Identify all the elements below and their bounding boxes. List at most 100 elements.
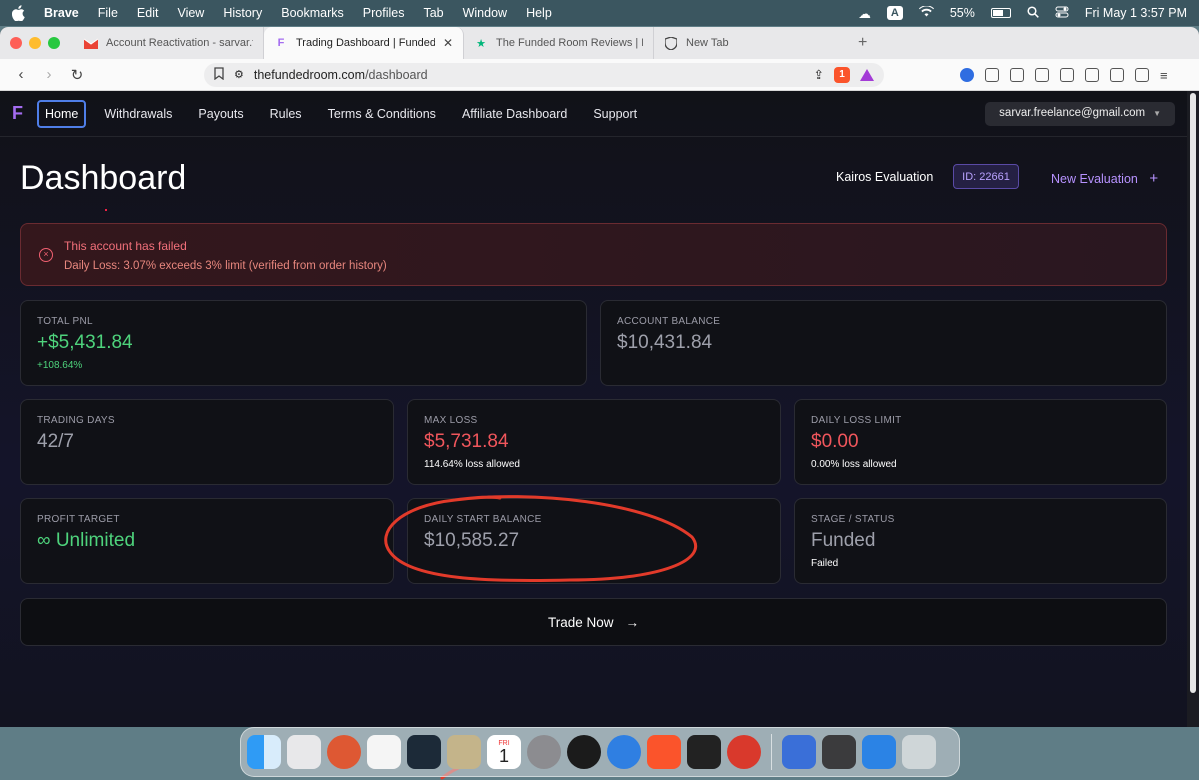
extension-icon[interactable] [1035,67,1049,82]
apple-menu-icon[interactable] [11,5,26,22]
brave-shields-icon[interactable]: 1 [834,66,850,83]
scrollbar-thumb[interactable] [1190,93,1196,693]
new-evaluation-label: New Evaluation [1051,172,1138,186]
card-value: 42/7 [37,431,74,452]
extension-icon[interactable] [985,67,999,82]
bookmark-icon[interactable] [214,66,224,83]
battery-icon[interactable] [990,8,1011,18]
card-label: PROFIT TARGET [37,514,120,525]
page-scrollbar[interactable] [1187,91,1199,727]
calendar-icon[interactable]: FRI 1 [487,735,521,769]
nav-support[interactable]: Support [593,107,637,121]
close-window-button[interactable] [10,37,22,49]
menu-tab[interactable]: Tab [423,6,443,20]
app-icon[interactable] [782,735,816,769]
alert-message: Daily Loss: 3.07% exceeds 3% limit (veri… [64,260,387,272]
menu-profiles[interactable]: Profiles [363,6,405,20]
quicktime-icon[interactable] [862,735,896,769]
site-navigation: F Home Withdrawals Payouts Rules Terms &… [0,91,1187,137]
menubar-app-name[interactable]: Brave [44,6,79,20]
reload-icon[interactable]: ↻ [66,66,88,84]
trade-now-button[interactable]: Trade Now → [20,598,1167,646]
url-domain: thefundedroom.com [253,67,366,82]
app-icon[interactable] [447,735,481,769]
stray-dot [105,209,107,211]
nav-payouts[interactable]: Payouts [198,107,243,121]
terminal-icon[interactable] [687,735,721,769]
nav-rules[interactable]: Rules [270,107,302,121]
card-label: DAILY LOSS LIMIT [811,415,902,426]
brave-rewards-icon[interactable] [860,68,874,81]
system-settings-icon[interactable] [527,735,561,769]
address-toolbar: ‹ › ↻ ⚙ thefundedroom.com/dashboard ⇪ 1 … [0,59,1199,91]
wifi-icon[interactable] [918,5,934,20]
brave-browser-icon[interactable] [647,735,681,769]
share-icon[interactable]: ⇪ [814,67,824,82]
total-pnl-card: TOTAL PNL +$5,431.84 +108.64% [20,300,587,386]
nav-withdrawals[interactable]: Withdrawals [104,107,172,121]
nav-affiliate-dashboard[interactable]: Affiliate Dashboard [462,107,567,121]
card-label: TRADING DAYS [37,415,115,426]
menubar-status-area: ☁ A 55% Fri May 1 3:57 PM [858,5,1187,21]
forward-icon[interactable]: › [38,66,60,83]
back-icon[interactable]: ‹ [10,66,32,83]
nav-terms[interactable]: Terms & Conditions [328,107,436,121]
control-center-icon[interactable] [1055,6,1069,21]
url-bar[interactable]: ⚙ thefundedroom.com/dashboard ⇪ 1 [204,62,884,87]
launchpad-icon[interactable] [287,735,321,769]
user-menu-button[interactable]: sarvar.freelance@gmail.com ▼ [985,101,1175,126]
menu-file[interactable]: File [98,6,118,20]
skype-icon[interactable] [607,735,641,769]
trash-icon[interactable] [902,735,936,769]
extensions-puzzle-icon[interactable] [1010,67,1024,82]
nav-home[interactable]: Home [37,99,87,128]
menu-history[interactable]: History [223,6,262,20]
reminders-icon[interactable] [367,735,401,769]
menubar-clock[interactable]: Fri May 1 3:57 PM [1085,6,1187,20]
zoom-window-button[interactable] [48,37,60,49]
minimize-window-button[interactable] [29,37,41,49]
url-path: /dashboard [365,67,428,82]
menu-bookmarks[interactable]: Bookmarks [281,6,344,20]
spotlight-search-icon[interactable] [1027,5,1039,21]
evaluation-name: Kairos Evaluation [836,170,934,184]
duckduckgo-icon[interactable] [327,735,361,769]
new-tab-button[interactable]: + [858,34,867,52]
sidebar-toggle-icon[interactable] [1060,67,1074,82]
chevron-down-icon: ▼ [1153,108,1161,118]
card-sub: Failed [811,558,839,569]
vpn-shield-icon[interactable] [1135,67,1149,82]
app-icon[interactable] [727,735,761,769]
onedrive-icon[interactable] [567,735,601,769]
site-settings-icon[interactable]: ⚙ [234,68,244,81]
wallet-icon[interactable] [1085,67,1099,82]
leo-ai-icon[interactable] [1110,67,1124,82]
menu-help[interactable]: Help [526,6,552,20]
tab-account-reactivation[interactable]: Account Reactivation - sarvar.freel [74,27,264,59]
finder-icon[interactable] [247,735,281,769]
tab-trading-dashboard[interactable]: F Trading Dashboard | Funded R ✕ [264,27,464,59]
evaluation-id-badge[interactable]: ID: 22661 [953,164,1019,189]
menu-icon[interactable]: ≡ [1160,68,1174,83]
card-label: MAX LOSS [424,415,478,426]
funded-room-logo[interactable]: F [12,103,23,124]
account-balance-card: ACCOUNT BALANCE $10,431.84 [600,300,1167,386]
extension-icon[interactable] [960,67,974,82]
menu-edit[interactable]: Edit [137,6,159,20]
max-loss-card: MAX LOSS $5,731.84 114.64% loss allowed [407,399,781,485]
menu-view[interactable]: View [177,6,204,20]
cloud-icon[interactable]: ☁ [858,6,871,21]
tab-funded-room-reviews[interactable]: ★ The Funded Room Reviews | Read [464,27,654,59]
tab-new-tab[interactable]: New Tab [654,27,844,59]
trade-now-label: Trade Now [547,614,614,630]
macos-dock: FRI 1 [240,727,960,777]
close-tab-icon[interactable]: ✕ [443,36,453,50]
menu-window[interactable]: Window [463,6,507,20]
filmora-icon[interactable] [407,735,441,769]
input-source-indicator[interactable]: A [886,6,903,20]
alert-title: This account has failed [64,239,187,253]
url-text[interactable]: thefundedroom.com/dashboard [254,68,428,82]
macos-menubar: Brave File Edit View History Bookmarks P… [0,0,1199,26]
new-evaluation-button[interactable]: New Evaluation + [1051,170,1158,187]
calculator-icon[interactable] [822,735,856,769]
